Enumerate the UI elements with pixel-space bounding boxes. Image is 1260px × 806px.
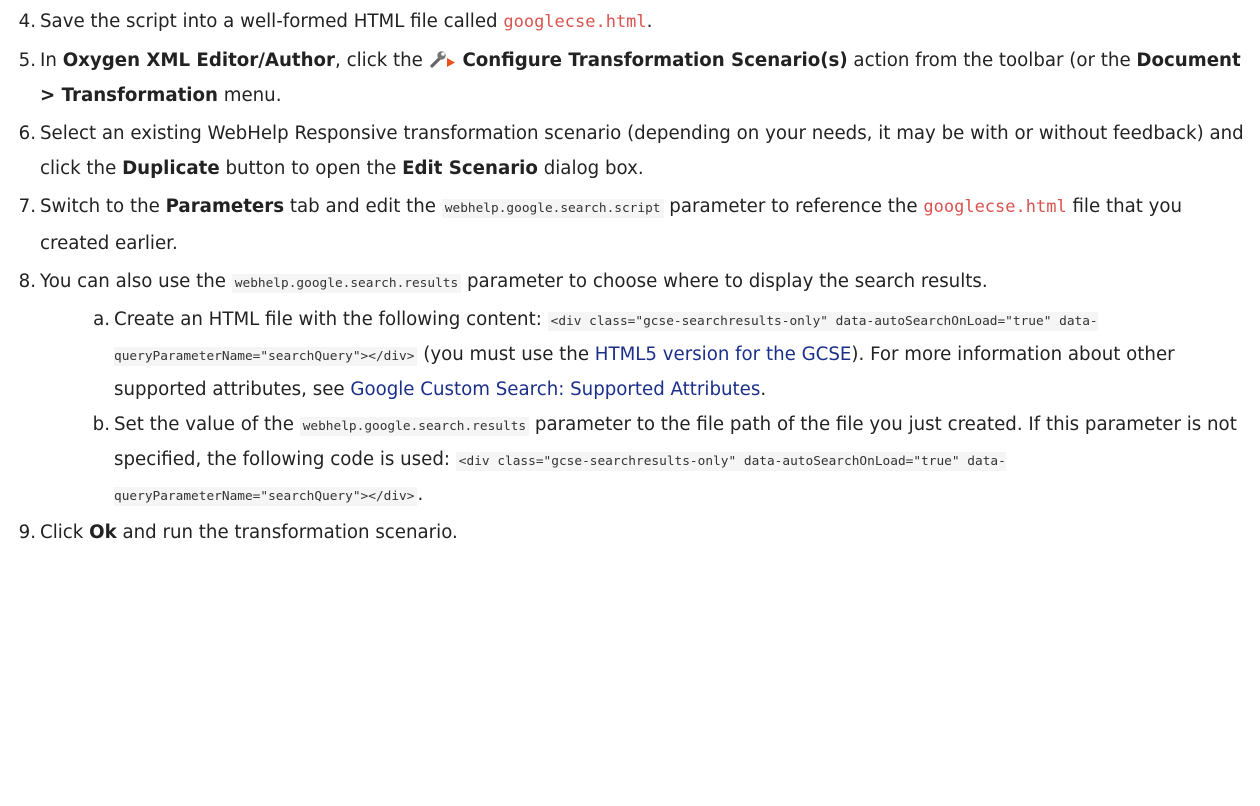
- step-text: You can also use the: [40, 270, 232, 292]
- action-name: Configure Transformation Scenario(s): [462, 49, 848, 71]
- step-text: In: [40, 49, 63, 71]
- step-text: , click the: [335, 49, 429, 71]
- step-9: 9. Click Ok and run the transformation s…: [4, 515, 1256, 551]
- substeps-container: a. Create an HTML file with the followin…: [4, 303, 1256, 513]
- step-text: tab and edit the: [284, 195, 442, 217]
- step-5: 5. In Oxygen XML Editor/Author, click th…: [4, 43, 1256, 114]
- step-number: 4.: [18, 11, 36, 32]
- supported-attributes-link[interactable]: Google Custom Search: Supported Attribut…: [350, 379, 760, 400]
- step-text: Switch to the: [40, 195, 166, 217]
- substep-text: (you must use the: [417, 344, 595, 365]
- substep-a: a. Create an HTML file with the followin…: [86, 303, 1256, 406]
- step-number: 5.: [18, 49, 36, 71]
- substep-number: a.: [93, 309, 110, 330]
- substep-text-end: .: [760, 379, 767, 400]
- step-text: action from the toolbar (or the: [847, 49, 1137, 71]
- step-number: 9.: [18, 522, 36, 543]
- substep-text: Set the value of the: [114, 414, 300, 435]
- parameter-name: webhelp.google.search.results: [231, 273, 462, 293]
- step-text-end: parameter to choose where to display the…: [461, 270, 988, 292]
- step-text: Click: [40, 522, 90, 543]
- substep-text-end: .: [417, 484, 424, 505]
- substep-b: b. Set the value of the webhelp.google.s…: [86, 408, 1256, 513]
- product-name: Oxygen XML Editor/Author: [62, 49, 336, 71]
- filename: googlecse.html: [503, 12, 647, 32]
- parameter-name: webhelp.google.search.script: [441, 198, 664, 218]
- step-4: 4. Save the script into a well-formed HT…: [4, 4, 1256, 41]
- step-text-end: .: [646, 11, 653, 32]
- substeps: a. Create an HTML file with the followin…: [4, 303, 1256, 513]
- wrench-play-icon: [429, 46, 457, 68]
- button-name: Duplicate: [122, 158, 220, 179]
- step-number: 8.: [18, 270, 36, 292]
- step-text-end: and run the transformation scenario.: [116, 522, 458, 543]
- gcse-html5-link[interactable]: HTML5 version for the GCSE: [595, 344, 852, 365]
- step-text: Save the script into a well-formed HTML …: [40, 11, 504, 32]
- step-text-end: menu.: [217, 85, 282, 106]
- step-number: 7.: [18, 195, 36, 217]
- substep-number: b.: [92, 414, 110, 435]
- step-number: 6.: [18, 122, 36, 144]
- step-text-end: dialog box.: [537, 158, 644, 179]
- step-text: parameter to reference the: [663, 195, 924, 217]
- procedure-steps: 4. Save the script into a well-formed HT…: [4, 4, 1256, 551]
- dialog-name: Edit Scenario: [402, 158, 538, 179]
- tab-name: Parameters: [165, 195, 285, 217]
- step-8: 8. You can also use the webhelp.google.s…: [4, 264, 1256, 302]
- document-page: 4. Save the script into a well-formed HT…: [0, 0, 1260, 551]
- step-7: 7. Switch to the Parameters tab and edit…: [4, 189, 1256, 262]
- button-name: Ok: [89, 522, 117, 543]
- parameter-name: webhelp.google.search.results: [299, 417, 530, 436]
- substep-text: Create an HTML file with the following c…: [114, 309, 548, 330]
- step-6: 6. Select an existing WebHelp Responsive…: [4, 116, 1256, 187]
- filename: googlecse.html: [923, 196, 1067, 217]
- step-text: button to open the: [219, 158, 403, 179]
